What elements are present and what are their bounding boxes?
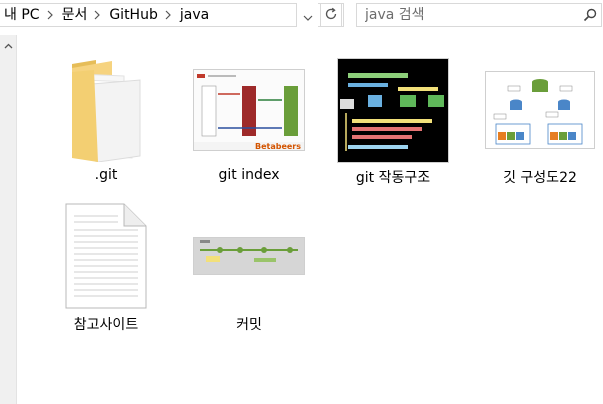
refresh-button[interactable] — [320, 3, 342, 27]
search-input[interactable] — [357, 5, 579, 25]
file-item-git-diagram[interactable]: 깃 구성도22 — [480, 55, 600, 187]
file-item-git-workflow[interactable]: git 작동구조 — [333, 55, 453, 187]
image-thumbnail — [480, 55, 600, 165]
image-thumbnail: Betabeers — [189, 55, 309, 165]
chevron-right-icon[interactable] — [44, 10, 56, 20]
document-icon — [46, 200, 166, 312]
file-item-commit[interactable]: 커밋 — [189, 200, 309, 334]
file-item-git-index[interactable]: Betabeers git index — [189, 55, 309, 183]
file-name: 깃 구성도22 — [503, 170, 577, 186]
file-item-reference-sites[interactable]: 참고사이트 — [46, 200, 166, 334]
toolbar-row: 내 PC 문서 GitHub java — [0, 0, 603, 30]
image-thumbnail — [333, 55, 453, 165]
breadcrumb-java[interactable]: java — [174, 4, 213, 26]
search-box[interactable] — [356, 3, 602, 27]
file-name: git 작동구조 — [355, 170, 431, 186]
file-name: .git — [94, 167, 118, 183]
refresh-icon — [324, 6, 338, 25]
file-name: 커밋 — [236, 317, 262, 333]
breadcrumb-github[interactable]: GitHub — [103, 4, 162, 26]
address-history-button[interactable] — [296, 3, 318, 27]
file-name: 참고사이트 — [73, 317, 139, 333]
nav-pane-scrollbar[interactable] — [0, 35, 17, 404]
search-icon[interactable] — [579, 8, 601, 22]
breadcrumb-documents[interactable]: 문서 — [56, 4, 92, 26]
scroll-up-icon[interactable] — [1, 38, 15, 54]
chevron-down-icon — [303, 6, 313, 25]
image-thumbnail — [189, 200, 309, 312]
file-name: git index — [218, 167, 280, 183]
thumbnail-brand-text: Betabeers — [255, 142, 301, 150]
folder-icon — [46, 55, 166, 165]
chevron-right-icon[interactable] — [91, 10, 103, 20]
breadcrumb-this-pc[interactable]: 내 PC — [0, 4, 44, 26]
address-bar[interactable]: 내 PC 문서 GitHub java — [0, 3, 344, 27]
file-item-git-folder[interactable]: .git — [46, 55, 166, 183]
chevron-right-icon[interactable] — [162, 10, 174, 20]
